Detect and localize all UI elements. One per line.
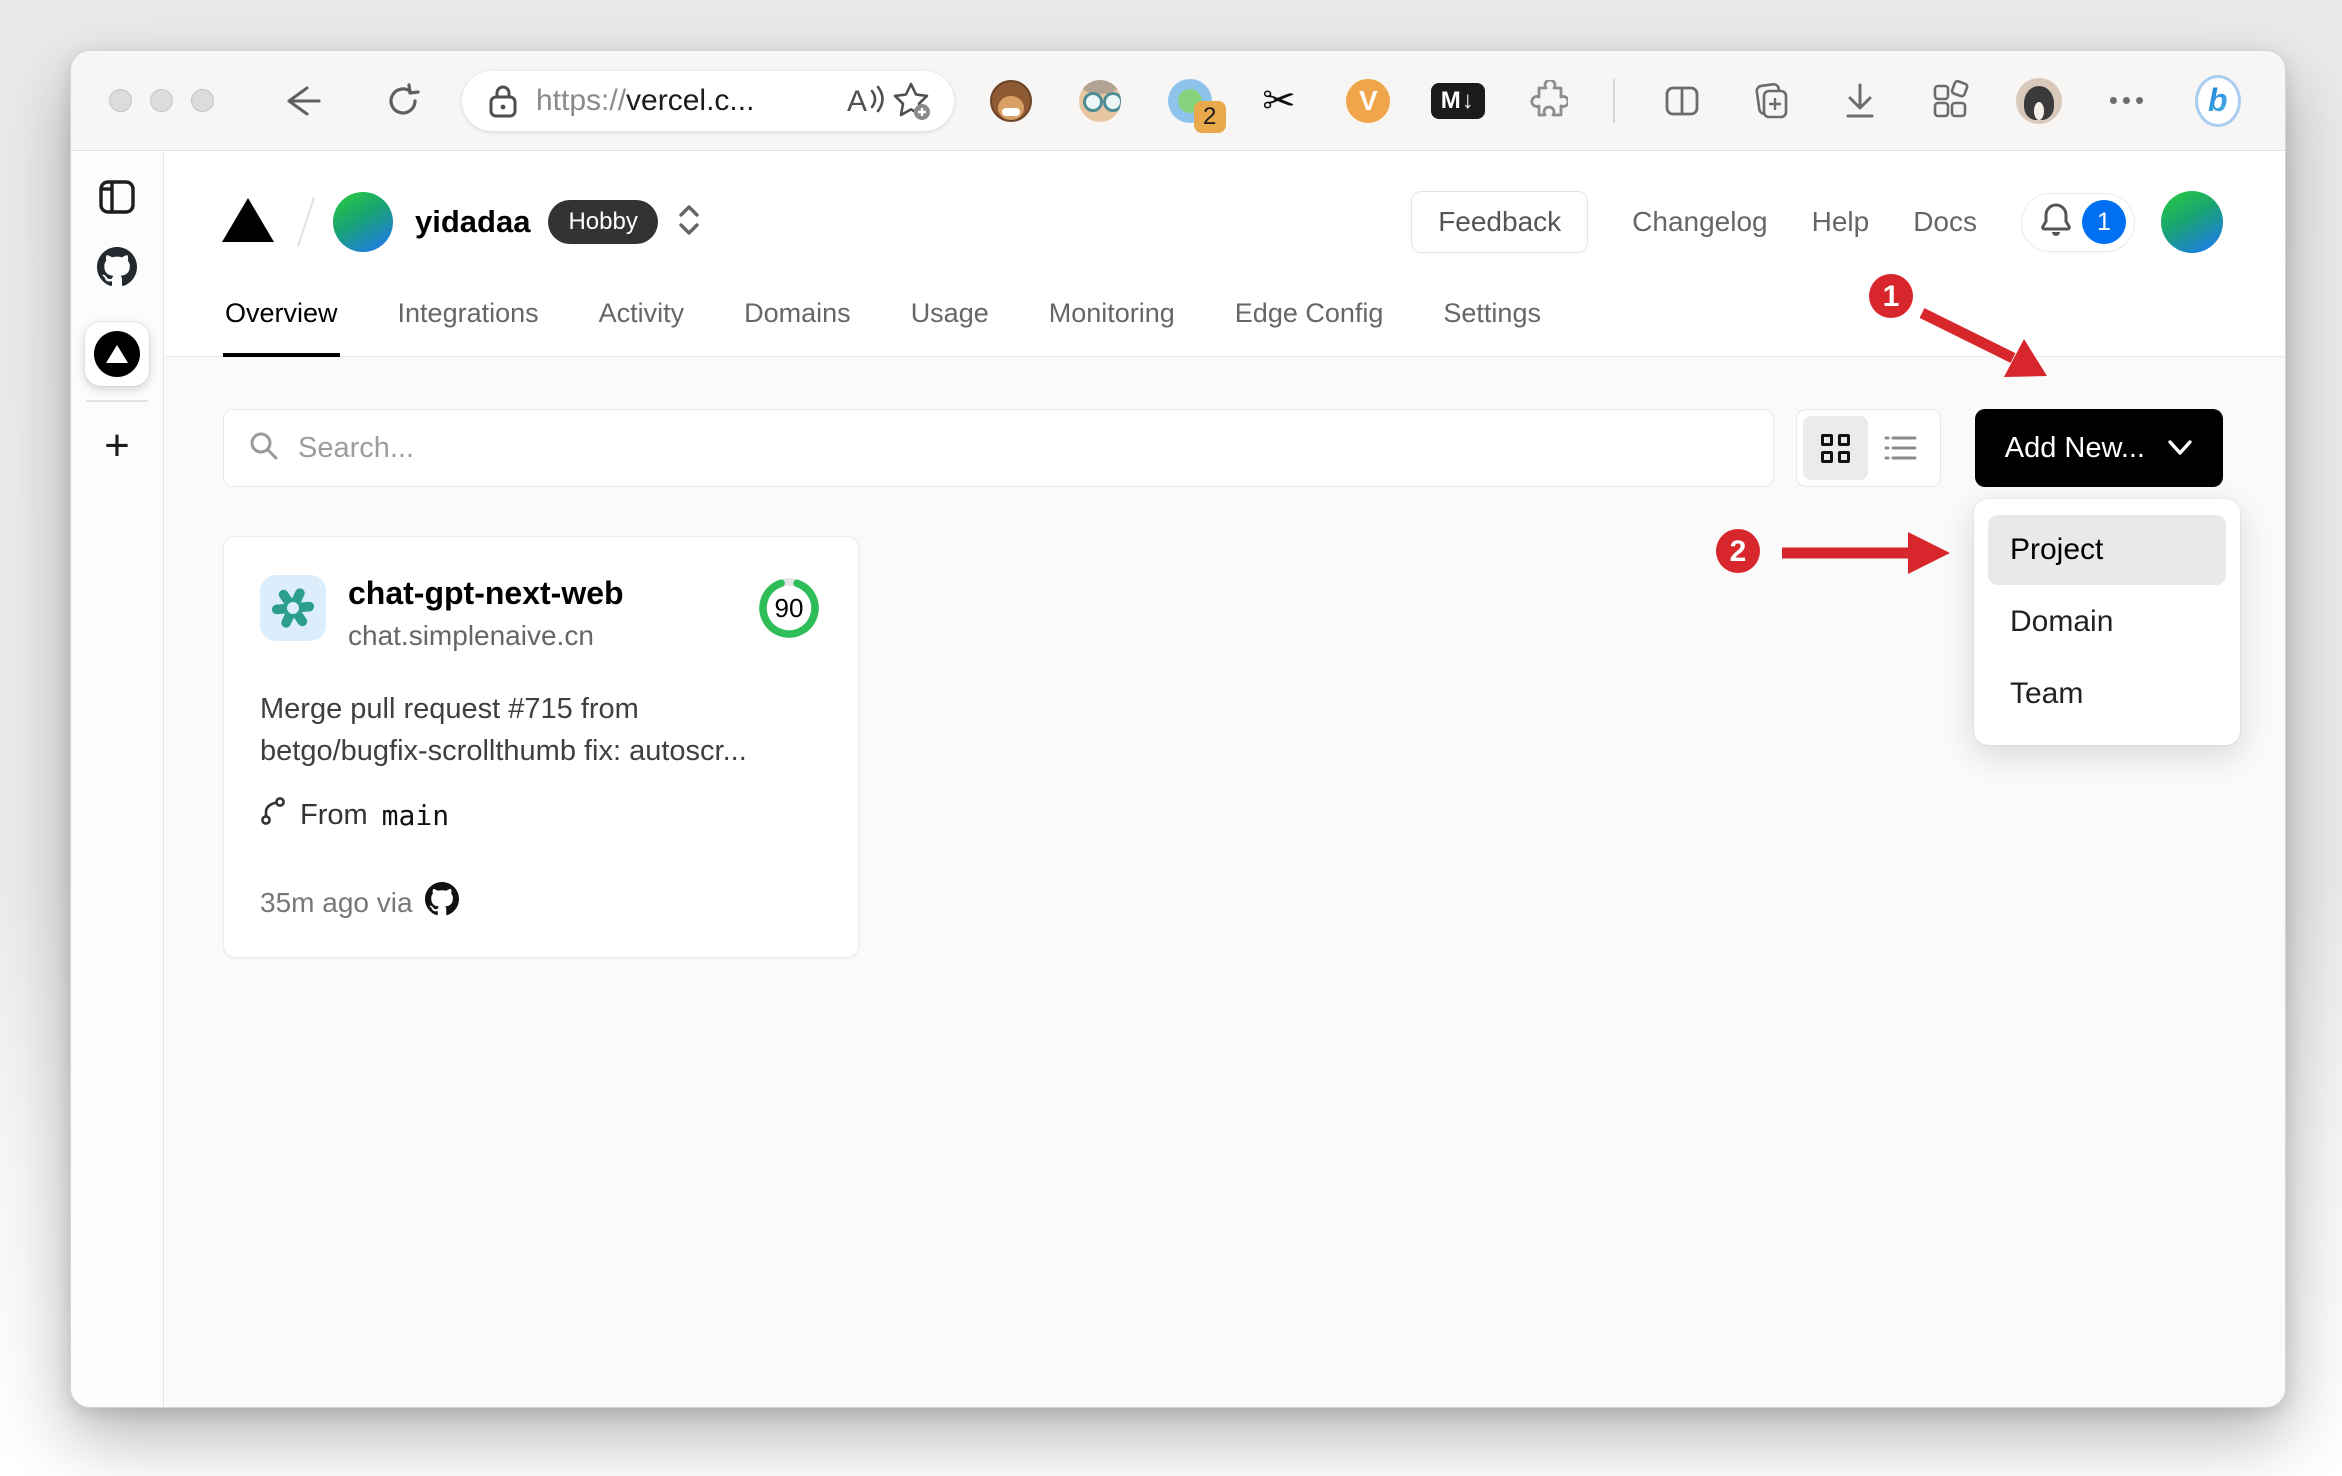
github-source-icon [424,882,459,923]
toolbar-divider [1613,78,1616,123]
tab-activity[interactable]: Activity [597,292,687,356]
grid-view-button[interactable] [1802,416,1869,480]
new-tab-button[interactable]: + [104,424,130,468]
tab-settings[interactable]: Settings [1441,292,1543,356]
deployment-commit-message: Merge pull request #715 from betgo/bugfi… [260,693,747,768]
grid-view-icon [1821,433,1850,463]
avatar-extension-icon[interactable] [1077,78,1123,124]
vertical-tabs-sidebar: + [71,152,164,1407]
vercel-tab-icon [94,331,140,377]
notifications-button[interactable]: 1 [2021,192,2135,252]
tampermonkey-extension-icon[interactable] [988,78,1034,124]
dashboard-header: yidadaa Hobby Feedback Changelog Help Do… [165,152,2285,292]
changelog-link[interactable]: Changelog [1632,206,1767,238]
project-card[interactable]: chat-gpt-next-web chat.simplenaive.cn 90… [223,536,859,959]
collections-icon[interactable] [1748,78,1794,124]
bing-chat-icon[interactable]: b [2194,74,2241,127]
toggle-sidebar-icon[interactable] [99,180,135,219]
proxy-extension-icon[interactable]: 2 [1167,78,1226,133]
markdown-extension-icon[interactable]: M↓ [1430,78,1485,124]
deployment-meta: 35m ago via [260,886,413,918]
vercel-logo[interactable] [221,196,275,249]
tab-domains[interactable]: Domains [742,292,853,356]
address-bar[interactable]: https://vercel.c... A [462,70,954,131]
zoom-window-button[interactable] [191,89,214,112]
dropdown-item-project[interactable]: Project [1988,515,2226,585]
browser-toolbar: https://vercel.c... A 2 ✂ V M↓ ••• b [71,51,2285,151]
tab-overview[interactable]: Overview [223,292,340,357]
notification-count-badge: 1 [2082,200,2126,244]
sidebar-divider [86,400,148,402]
svg-text:A: A [847,85,867,118]
dropdown-item-domain[interactable]: Domain [1988,587,2226,657]
tab-usage[interactable]: Usage [909,292,991,356]
dropdown-item-team[interactable]: Team [1988,659,2226,729]
plan-badge: Hobby [548,200,658,244]
profile-avatar[interactable] [2016,77,2063,124]
openai-logo-icon [271,588,315,628]
settings-menu-icon[interactable]: ••• [2105,78,2151,124]
docs-link[interactable]: Docs [1913,206,1977,238]
close-window-button[interactable] [109,89,132,112]
list-view-icon [1884,436,1917,460]
branch-name[interactable]: main [382,799,449,832]
add-new-label: Add New... [2004,431,2145,464]
url-host: vercel.c... [626,83,755,117]
clipper-extension-icon[interactable]: ✂ [1256,78,1302,124]
user-avatar[interactable] [2161,191,2223,253]
add-new-button[interactable]: Add New... [1974,409,2223,487]
git-branch-icon [260,796,286,834]
bell-icon [2038,200,2074,245]
vercel-dashboard: yidadaa Hobby Feedback Changelog Help Do… [165,152,2285,1407]
tab-edge-config[interactable]: Edge Config [1233,292,1386,356]
breadcrumb-slash [297,196,315,248]
list-view-button[interactable] [1868,416,1934,480]
lock-icon [486,81,520,121]
team-name: yidadaa [415,204,531,239]
project-name[interactable]: chat-gpt-next-web [348,575,756,612]
split-screen-icon[interactable] [1659,78,1705,124]
view-toggle [1795,409,1941,487]
search-input[interactable] [298,431,1749,465]
read-aloud-icon[interactable]: A [844,78,888,124]
apps-launcher-icon[interactable] [1927,78,1973,124]
url-scheme: https:// [536,83,627,117]
back-button[interactable] [282,78,328,124]
project-avatar [260,575,326,641]
github-tab-icon[interactable] [97,247,137,292]
lighthouse-score-ring: 90 [756,575,822,641]
video-downloader-extension-icon[interactable]: V [1345,78,1391,124]
add-favorite-icon[interactable] [888,78,934,124]
from-label: From [300,798,368,831]
team-switcher-icon[interactable] [676,203,702,242]
dashboard-tabs: Overview Integrations Activity Domains U… [165,292,2285,357]
vercel-tab-active[interactable] [85,322,149,386]
tab-monitoring[interactable]: Monitoring [1047,292,1177,356]
downloads-icon[interactable] [1837,78,1883,124]
search-field[interactable] [223,409,1774,487]
chevron-down-icon [2168,440,2192,455]
help-link[interactable]: Help [1812,206,1870,238]
project-domain[interactable]: chat.simplenaive.cn [348,620,756,652]
traffic-lights [109,89,214,112]
extensions-puzzle-icon[interactable] [1524,78,1570,124]
extension-badge: 2 [1193,100,1226,133]
search-icon [248,430,280,467]
feedback-button[interactable]: Feedback [1411,191,1589,253]
team-avatar[interactable] [333,192,393,252]
reload-button[interactable] [380,78,426,124]
tab-integrations[interactable]: Integrations [396,292,541,356]
score-value: 90 [774,592,804,623]
browser-window: https://vercel.c... A 2 ✂ V M↓ ••• b + y… [70,50,2286,1408]
add-new-dropdown: Project Domain Team [1974,499,2240,745]
projects-section: Add New... [165,357,2285,1407]
minimize-window-button[interactable] [150,89,173,112]
